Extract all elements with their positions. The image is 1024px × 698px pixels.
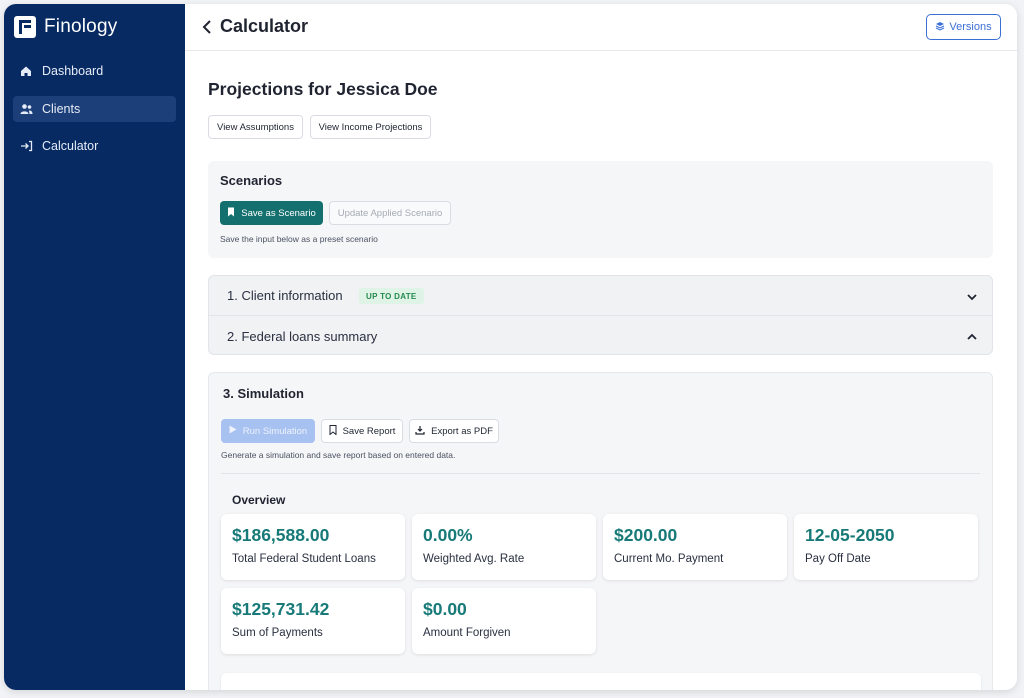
- home-icon: [19, 64, 33, 78]
- overview-title: Overview: [232, 493, 286, 507]
- accordion-item-label: 1. Client information: [227, 288, 343, 303]
- stat-label: Amount Forgiven: [423, 627, 511, 639]
- status-badge: UP TO DATE: [359, 288, 424, 304]
- page-header-title: Calculator: [220, 16, 309, 36]
- sidebar-item-clients[interactable]: Clients: [13, 95, 176, 122]
- sidebar-nav: Dashboard Clients Calculator: [13, 58, 176, 171]
- page-title: Projections for Jessica Doe: [208, 79, 438, 99]
- stat-card-current-mo-payment: $200.00 Current Mo. Payment: [603, 514, 787, 580]
- save-report-button[interactable]: Save Report: [321, 419, 403, 443]
- content-area: Projections for Jessica Doe View Assumpt…: [208, 51, 993, 690]
- export-pdf-label: Export as PDF: [431, 425, 493, 437]
- stat-value: $200.00: [614, 525, 678, 545]
- main-panel: Calculator Versions Projections for Jess…: [185, 4, 1017, 690]
- scenarios-help-text: Save the input below as a preset scenari…: [220, 234, 378, 244]
- sidebar-item-label: Dashboard: [42, 64, 104, 78]
- stat-card-weighted-avg-rate: 0.00% Weighted Avg. Rate: [412, 514, 596, 580]
- accordion-item-federal-loans-summary[interactable]: 2. Federal loans summary: [209, 316, 992, 356]
- bookmark-icon: [329, 424, 337, 438]
- stat-value: $186,588.00: [232, 525, 330, 545]
- simulation-help-text: Generate a simulation and save report ba…: [221, 450, 456, 460]
- stat-label: Sum of Payments: [232, 627, 323, 639]
- scenarios-title: Scenarios: [220, 173, 283, 188]
- stat-value: 0.00%: [423, 525, 473, 545]
- versions-label: Versions: [949, 21, 992, 33]
- save-as-scenario-button[interactable]: Save as Scenario: [220, 201, 323, 225]
- chevron-down-icon: [966, 290, 978, 302]
- brand-name: Finology: [44, 16, 118, 37]
- top-bar: Calculator Versions: [185, 4, 1017, 51]
- scenarios-card: Scenarios Save as Scenario Update Applie…: [208, 161, 993, 258]
- stat-card-sum-of-payments: $125,731.42 Sum of Payments: [221, 588, 405, 654]
- sidebar-item-label: Calculator: [42, 139, 99, 153]
- update-applied-scenario-button[interactable]: Update Applied Scenario: [329, 201, 451, 225]
- download-icon: [415, 425, 425, 438]
- save-report-label: Save Report: [342, 425, 396, 437]
- export-pdf-button[interactable]: Export as PDF: [409, 419, 499, 443]
- stat-value: 12-05-2050: [805, 525, 895, 545]
- accordion: 1. Client information UP TO DATE 2. Fede…: [208, 275, 993, 355]
- save-as-scenario-label: Save as Scenario: [241, 207, 316, 219]
- run-simulation-label: Run Simulation: [242, 425, 308, 437]
- stat-card-pay-off-date: 12-05-2050 Pay Off Date: [794, 514, 978, 580]
- divider: [221, 473, 980, 474]
- users-icon: [19, 102, 33, 116]
- stat-label: Weighted Avg. Rate: [423, 553, 525, 565]
- sidebar: Finology Dashboard Clients Calculator: [4, 4, 185, 690]
- sign-in-icon: [19, 139, 33, 153]
- simulation-results-card: [221, 673, 981, 690]
- app-window: Finology Dashboard Clients Calculator Ca…: [4, 4, 1017, 690]
- simulation-card: 3. Simulation Run Simulation Save Report: [208, 372, 993, 690]
- accordion-item-label: 2. Federal loans summary: [227, 328, 378, 344]
- stat-card-total-federal-student-loans: $186,588.00 Total Federal Student Loans: [221, 514, 405, 580]
- stat-label: Current Mo. Payment: [614, 553, 724, 565]
- stat-value: $0.00: [423, 599, 467, 619]
- brand[interactable]: Finology: [14, 16, 117, 38]
- stat-value: $125,731.42: [232, 599, 330, 619]
- back-chevron-icon[interactable]: [200, 18, 214, 36]
- sidebar-item-label: Clients: [42, 101, 81, 116]
- run-simulation-button[interactable]: Run Simulation: [221, 419, 315, 443]
- bookmark-icon: [227, 207, 235, 220]
- simulation-title: 3. Simulation: [223, 386, 304, 401]
- view-income-projections-button[interactable]: View Income Projections: [310, 115, 431, 139]
- versions-button[interactable]: Versions: [926, 14, 1001, 40]
- stat-label: Total Federal Student Loans: [232, 553, 376, 565]
- finology-logo-icon: [14, 16, 36, 38]
- stat-label: Pay Off Date: [805, 553, 871, 565]
- play-icon: [229, 425, 237, 437]
- view-assumptions-button[interactable]: View Assumptions: [208, 115, 303, 139]
- accordion-item-client-information[interactable]: 1. Client information UP TO DATE: [209, 276, 992, 316]
- stat-card-amount-forgiven: $0.00 Amount Forgiven: [412, 588, 596, 654]
- chevron-up-icon: [966, 330, 978, 342]
- layers-icon: [935, 21, 945, 34]
- sidebar-item-calculator[interactable]: Calculator: [13, 133, 176, 159]
- sidebar-item-dashboard[interactable]: Dashboard: [13, 58, 176, 84]
